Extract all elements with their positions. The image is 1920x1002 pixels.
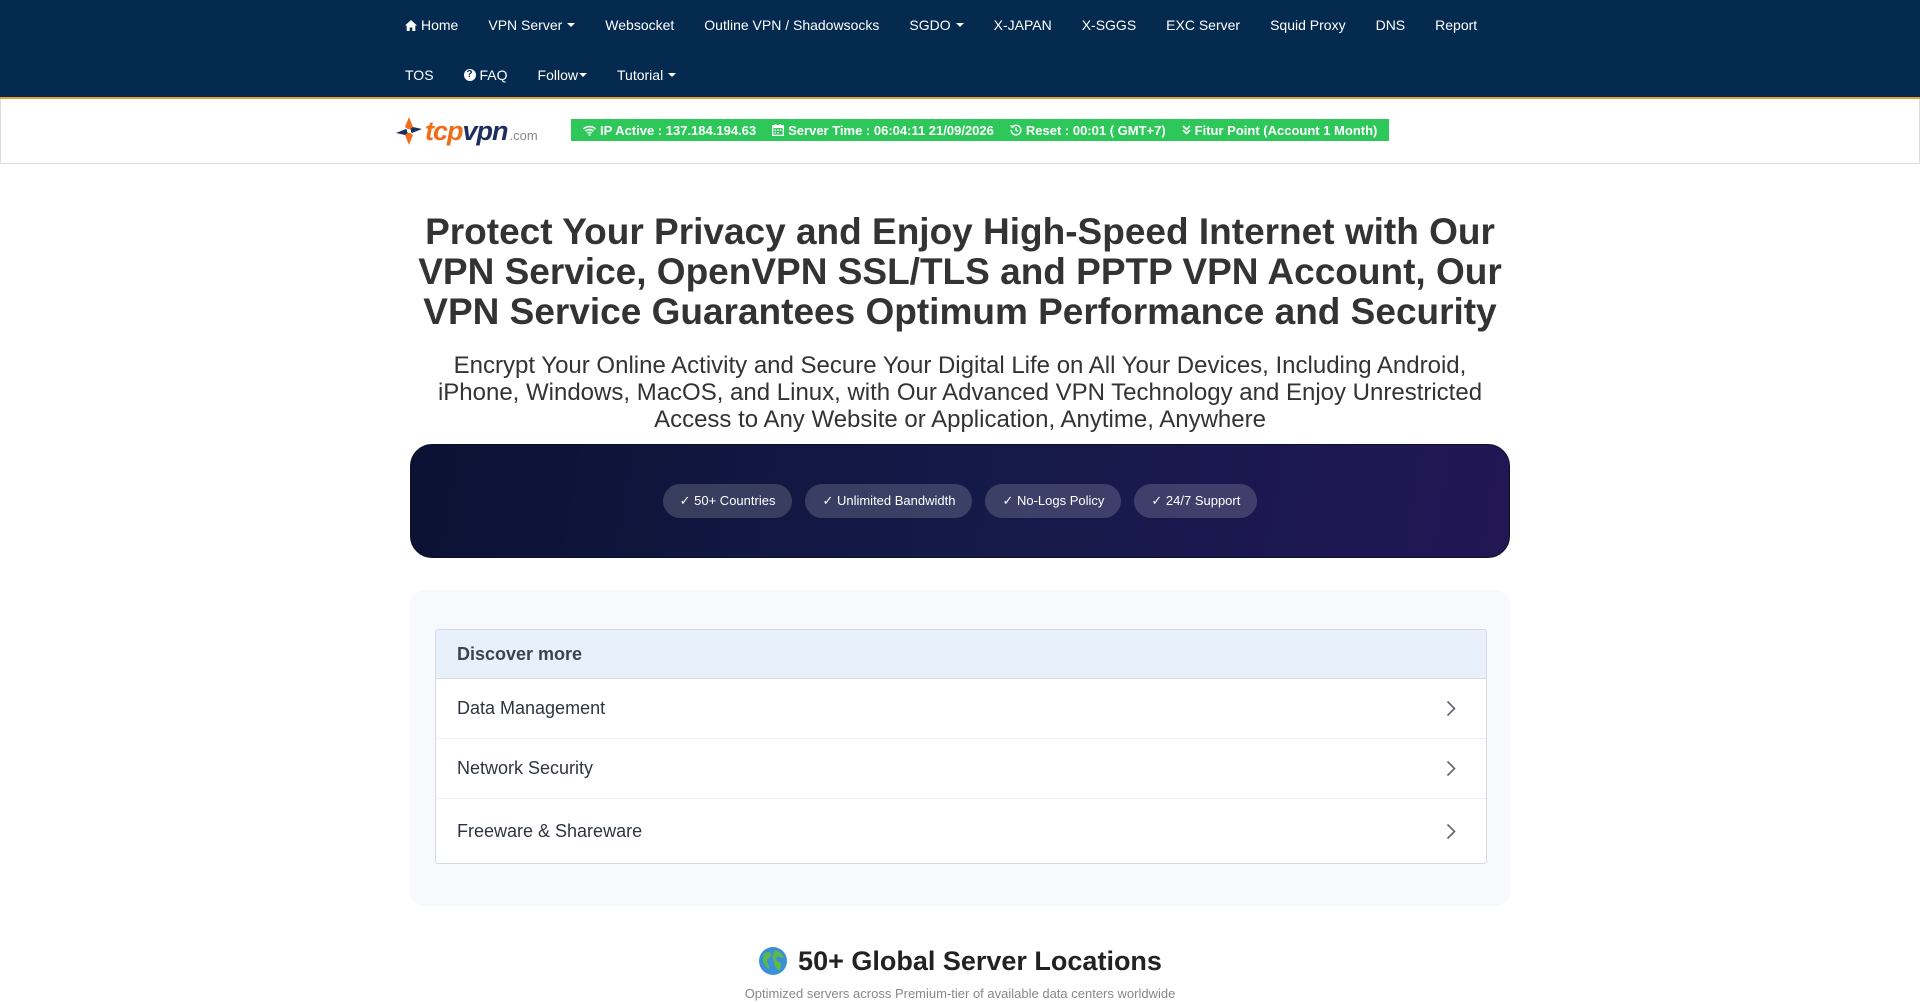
nav-squid-proxy[interactable]: Squid Proxy <box>1255 0 1360 50</box>
double-chevron-down-icon <box>1182 125 1191 135</box>
nav-row-secondary: TOS ? FAQ Follow Tutorial <box>390 50 1530 100</box>
logo-wordmark: tcpvpn .com <box>425 115 538 146</box>
chevron-right-icon <box>1446 823 1456 839</box>
discover-card: Discover more Data Management Network Se… <box>435 629 1487 864</box>
site-logo[interactable]: tcpvpn .com <box>394 115 538 147</box>
globe-icon <box>758 946 788 976</box>
wifi-icon <box>583 125 596 136</box>
discover-item-network-security[interactable]: Network Security <box>436 739 1486 799</box>
chevron-right-icon <box>1446 760 1456 777</box>
discover-section: Discover more Data Management Network Se… <box>410 590 1510 906</box>
nav-exc-server[interactable]: EXC Server <box>1151 0 1255 50</box>
chevron-right-icon <box>1446 700 1456 717</box>
ip-active-status: IP Active : 137.184.194.63 <box>575 123 764 138</box>
nav-outline-vpn[interactable]: Outline VPN / Shadowsocks <box>689 0 894 50</box>
caret-down-icon <box>579 73 588 77</box>
nav-websocket[interactable]: Websocket <box>590 0 689 50</box>
server-time-status: Server Time : 06:04:11 21/09/2026 <box>764 123 1002 138</box>
reset-status: Reset : 00:01 ( GMT+7) <box>1002 123 1174 138</box>
feature-pill-support: ✓ 24/7 Support <box>1134 484 1258 518</box>
hero-title: Protect Your Privacy and Enjoy High-Spee… <box>418 211 1502 332</box>
fitur-point-link[interactable]: Fitur Point (Account 1 Month) <box>1174 123 1386 138</box>
discover-item-data-management[interactable]: Data Management <box>436 679 1486 739</box>
feature-pill-bandwidth: ✓ Unlimited Bandwidth <box>805 484 973 518</box>
question-circle-icon: ? <box>463 69 476 81</box>
global-locations-title: 50+ Global Server Locations <box>410 943 1510 979</box>
caret-down-icon <box>955 23 964 27</box>
feature-pill-countries: ✓ 50+ Countries <box>662 484 793 518</box>
caret-down-icon <box>567 23 576 27</box>
nav-x-japan[interactable]: X-JAPAN <box>979 0 1067 50</box>
status-strip: IP Active : 137.184.194.63 Server Time :… <box>571 119 1390 141</box>
discover-item-freeware-shareware[interactable]: Freeware & Shareware <box>436 799 1486 863</box>
nav-home[interactable]: Home <box>390 0 473 50</box>
status-bar: tcpvpn .com IP Active : 137.184.194.63 Se… <box>0 99 1920 164</box>
calendar-icon <box>772 124 785 136</box>
global-locations-subtitle: Optimized servers across Premium-tier of… <box>744 986 1176 1001</box>
nav-tutorial[interactable]: Tutorial <box>602 50 691 100</box>
nav-follow[interactable]: Follow <box>523 50 602 100</box>
home-icon <box>405 19 417 31</box>
nav-dns[interactable]: DNS <box>1361 0 1421 50</box>
feature-pill-no-logs: ✓ No-Logs Policy <box>985 484 1122 518</box>
nav-sgdo[interactable]: SGDO <box>894 0 978 50</box>
nav-report[interactable]: Report <box>1420 0 1492 50</box>
history-icon <box>1009 124 1022 136</box>
nav-tos[interactable]: TOS <box>390 50 449 100</box>
logo-mark-icon <box>396 117 422 145</box>
nav-faq[interactable]: ? FAQ <box>449 50 523 100</box>
nav-row-primary: Home VPN Server Websocket Outline VPN / … <box>390 0 1530 50</box>
feature-banner: ✓ 50+ Countries ✓ Unlimited Bandwidth ✓ … <box>410 444 1510 558</box>
nav-vpn-server[interactable]: VPN Server <box>473 0 590 50</box>
top-navbar: Home VPN Server Websocket Outline VPN / … <box>0 0 1920 99</box>
nav-x-sggs[interactable]: X-SGGS <box>1067 0 1151 50</box>
caret-down-icon <box>668 73 677 77</box>
hero-subtitle: Encrypt Your Online Activity and Secure … <box>437 352 1483 433</box>
discover-heading: Discover more <box>436 630 1486 679</box>
